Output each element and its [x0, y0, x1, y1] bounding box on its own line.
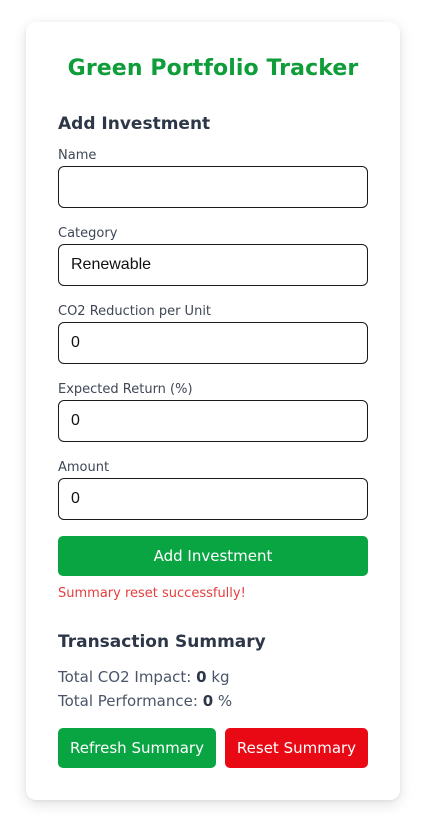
total-co2-label: Total CO2 Impact:	[58, 668, 192, 686]
portfolio-card: Green Portfolio Tracker Add Investment N…	[26, 22, 400, 800]
add-investment-heading: Add Investment	[58, 114, 211, 134]
total-co2-impact: Total CO2 Impact: 0 kg	[58, 668, 230, 686]
page-title: Green Portfolio Tracker	[67, 56, 359, 81]
transaction-summary-heading: Transaction Summary	[58, 632, 266, 652]
expected-return-label: Expected Return (%)	[58, 382, 193, 397]
name-label: Name	[58, 148, 97, 163]
amount-input[interactable]	[58, 478, 368, 520]
total-performance: Total Performance: 0 %	[58, 692, 232, 710]
co2-reduction-input[interactable]	[58, 322, 368, 364]
add-investment-button[interactable]: Add Investment	[58, 536, 368, 576]
total-performance-unit: %	[217, 692, 233, 710]
reset-summary-button[interactable]: Reset Summary	[225, 728, 368, 768]
total-performance-label: Total Performance:	[58, 692, 198, 710]
name-input[interactable]	[58, 166, 368, 208]
co2-reduction-label: CO2 Reduction per Unit	[58, 304, 212, 319]
total-co2-value: 0	[196, 668, 207, 686]
category-label: Category	[58, 226, 118, 241]
expected-return-input[interactable]	[58, 400, 368, 442]
total-performance-value: 0	[202, 692, 214, 710]
total-co2-unit: kg	[211, 668, 230, 686]
amount-label: Amount	[58, 460, 110, 475]
refresh-summary-button[interactable]: Refresh Summary	[58, 728, 216, 768]
category-input[interactable]	[58, 244, 368, 286]
status-message: Summary reset successfully!	[58, 586, 246, 601]
